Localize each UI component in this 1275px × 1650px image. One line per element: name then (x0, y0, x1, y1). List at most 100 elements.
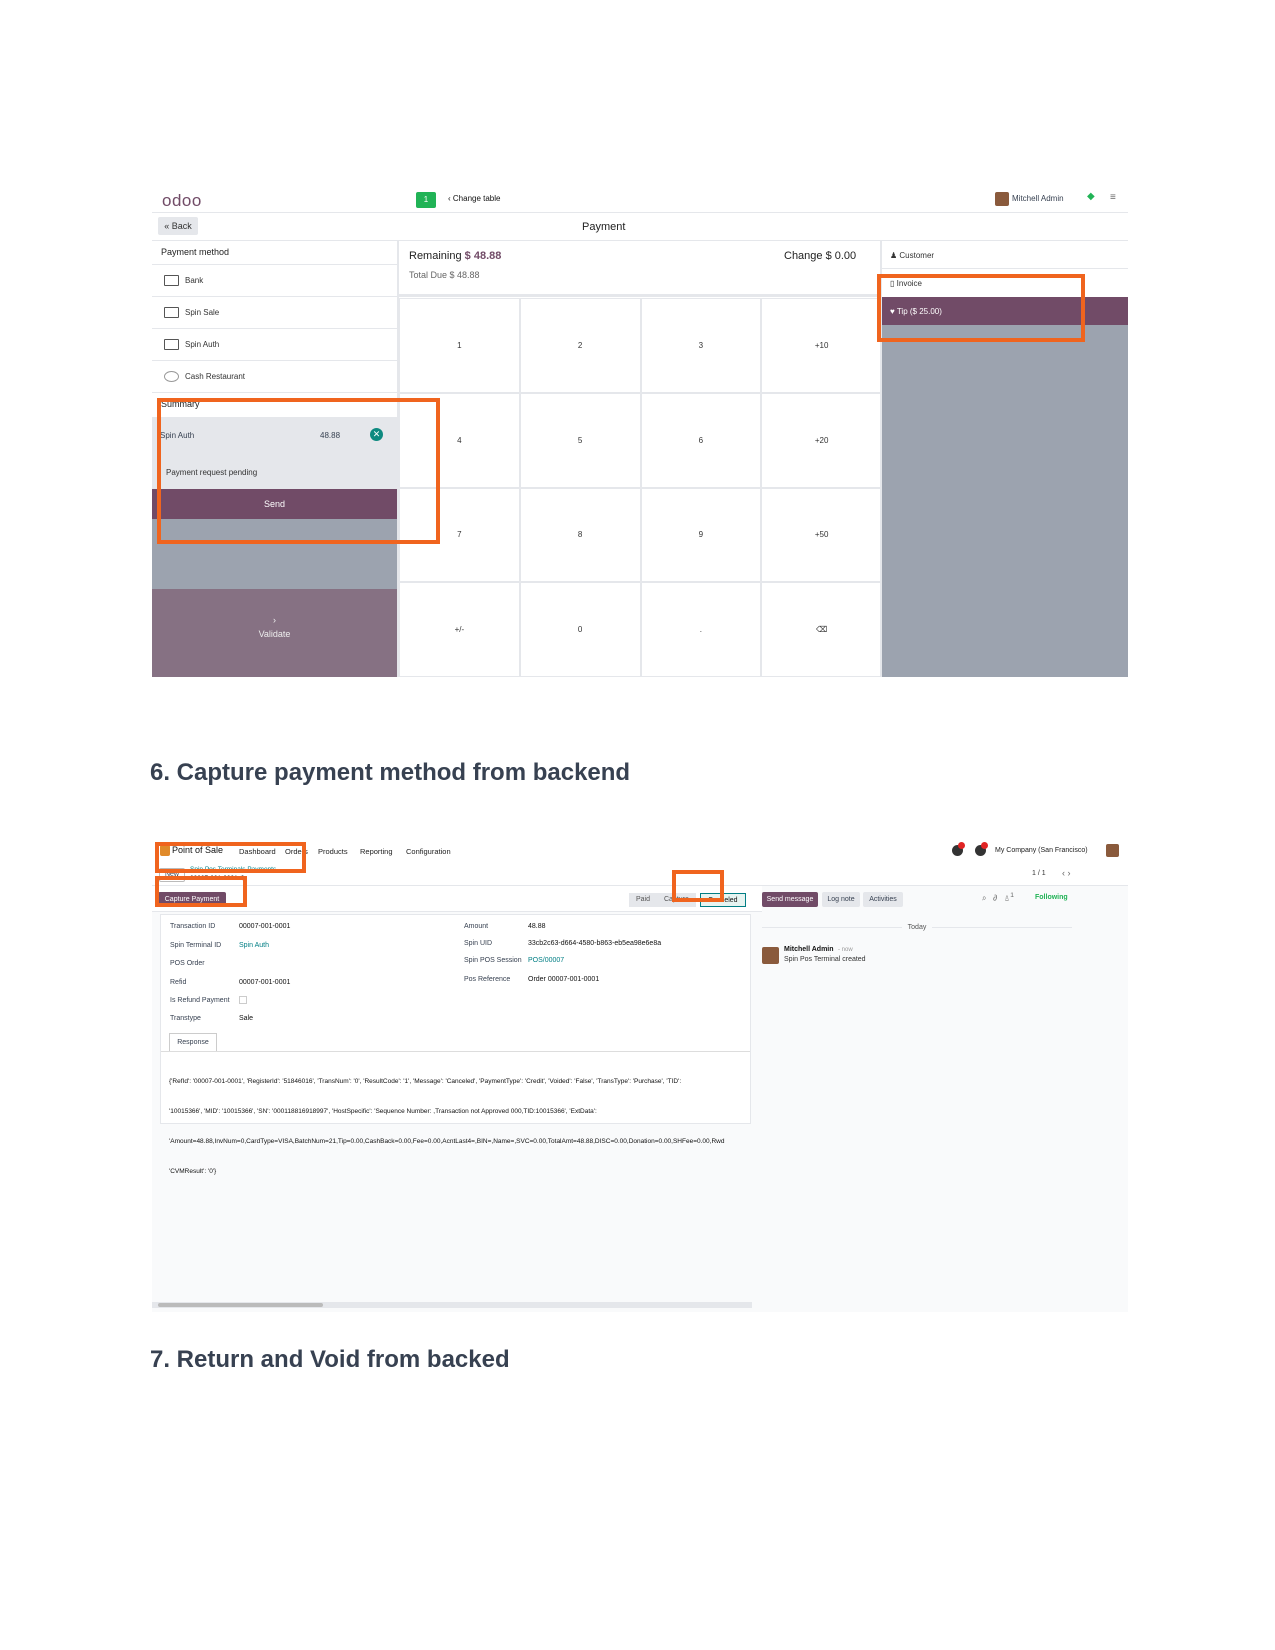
payment-methods-panel: Payment method Bank Spin Sale Spin Auth … (152, 241, 397, 677)
following-button[interactable]: Following (1035, 894, 1068, 901)
field-label: Transaction ID (170, 923, 216, 930)
pager-arrows[interactable]: ‹ › (1062, 868, 1071, 878)
odoo-logo: odoo (162, 191, 202, 210)
messages-icon[interactable] (952, 842, 965, 856)
is-refund-checkbox[interactable] (239, 996, 247, 1004)
breadcrumb-record: 00007-001-0001 ⚙ (190, 874, 245, 882)
spin-uid-value[interactable]: 33cb2c63-d664-4580-b863-eb5ea98e6e8a (528, 940, 661, 947)
back-button[interactable]: « Back (158, 217, 198, 235)
card-icon (164, 275, 179, 286)
numpad-key[interactable]: 8 (519, 487, 641, 583)
send-button[interactable]: Send (152, 489, 397, 519)
send-message-button[interactable]: Send message (762, 892, 818, 907)
user-avatar[interactable] (1106, 844, 1119, 857)
numpad-key[interactable]: 5 (519, 392, 641, 488)
pos-topbar: odoo 1 ‹ Change table Mitchell Admin ◆ ≡ (152, 187, 1128, 213)
menu-configuration[interactable]: Configuration (406, 847, 451, 856)
log-note-button[interactable]: Log note (822, 892, 860, 907)
paperclip-icon[interactable]: ∂ (993, 894, 997, 903)
user-avatar[interactable] (995, 192, 1009, 206)
today-label: Today (901, 924, 933, 931)
menu-orders[interactable]: Orders (285, 847, 308, 856)
spin-pos-session-link[interactable]: POS/00007 (528, 957, 564, 964)
numpad-key[interactable]: +/- (399, 582, 520, 677)
capture-payment-button[interactable]: Capture Payment (158, 892, 226, 907)
numpad-key[interactable]: +20 (761, 392, 882, 488)
numpad-key[interactable]: 1 (399, 298, 520, 393)
pos-reference-value[interactable]: Order 00007-001-0001 (528, 976, 599, 983)
wifi-icon: ◆ (1087, 191, 1095, 202)
breadcrumb-bar: New Spin Pos Terminals Payments 00007-00… (152, 862, 1128, 886)
payment-pending-status: Payment request pending (152, 453, 397, 489)
field-label: POS Order (170, 960, 205, 967)
validate-button[interactable]: › Validate (152, 589, 397, 677)
change-table-label: Change table (452, 194, 501, 203)
total-due: Total Due $ 48.88 (409, 270, 480, 280)
remaining-amount: Remaining $ 48.88 (409, 250, 501, 262)
payment-method-bank[interactable]: Bank (152, 265, 397, 297)
response-text: {'RefId': '00007-001-0001', 'RegisterId'… (169, 1057, 751, 1197)
menu-reporting[interactable]: Reporting (360, 847, 393, 856)
order-options-panel: ♟ Customer ▯ Invoice ♥ Tip ($ 25.00) (882, 241, 1128, 677)
menu-products[interactable]: Products (318, 847, 348, 856)
today-separator: Today (762, 924, 1072, 931)
breadcrumb-parent[interactable]: Spin Pos Terminals Payments (190, 866, 276, 873)
hamburger-menu-icon[interactable]: ≡ (1110, 192, 1116, 203)
response-line: '10015366', 'MID': '10015366', 'SN': '00… (169, 1108, 597, 1115)
gear-icon[interactable]: ⚙ (240, 875, 246, 882)
numpad-key[interactable]: 3 (640, 298, 762, 393)
tab-response[interactable]: Response (169, 1033, 217, 1051)
pos-payment-screenshot: odoo 1 ‹ Change table Mitchell Admin ◆ ≡… (152, 187, 1128, 677)
spin-terminal-id-link[interactable]: Spin Auth (239, 942, 269, 949)
tip-button[interactable]: ♥ Tip ($ 25.00) (882, 297, 1128, 325)
transaction-id-value[interactable]: 00007-001-0001 (239, 923, 290, 930)
activities-button[interactable]: Activities (863, 892, 903, 907)
numpad-key[interactable]: 2 (519, 298, 641, 393)
summary-header: Summary (152, 393, 397, 417)
new-button[interactable]: New (159, 868, 185, 882)
payment-method-spin-sale[interactable]: Spin Sale (152, 297, 397, 329)
payment-method-spin-auth[interactable]: Spin Auth (152, 329, 397, 361)
search-icon[interactable]: ⌕ (982, 894, 986, 903)
numpad-key[interactable]: 4 (399, 392, 520, 488)
payment-line[interactable]: Spin Auth 48.88 ✕ (152, 417, 397, 453)
app-name[interactable]: Point of Sale (172, 845, 223, 855)
user-name[interactable]: Mitchell Admin (1012, 194, 1064, 203)
invoice-button[interactable]: ▯ Invoice (882, 269, 1128, 297)
activities-clock-icon[interactable] (975, 842, 988, 856)
status-canceled[interactable]: Canceled (700, 893, 746, 907)
field-label: Spin Terminal ID (170, 942, 222, 949)
numpad-key[interactable]: . (640, 582, 762, 677)
field-label: Spin UID (464, 940, 493, 947)
menu-dashboard[interactable]: Dashboard (239, 847, 276, 856)
field-label: Transtype (170, 1015, 201, 1022)
numpad-key[interactable]: +10 (761, 298, 882, 393)
remove-line-icon[interactable]: ✕ (370, 428, 383, 441)
company-switcher[interactable]: My Company (San Francisco) (995, 847, 1088, 854)
card-icon (164, 339, 179, 350)
refid-value[interactable]: 00007-001-0001 (239, 979, 290, 986)
heading-step-7: 7. Return and Void from backed (150, 1346, 510, 1373)
numpad-key[interactable]: +50 (761, 487, 882, 583)
amount-value[interactable]: 48.88 (528, 923, 546, 930)
change-table-button[interactable]: ‹ Change table (448, 194, 500, 203)
horizontal-scrollbar[interactable] (152, 1302, 752, 1308)
response-line: 'CVMResult': '0'} (169, 1168, 217, 1175)
table-number-badge[interactable]: 1 (416, 192, 436, 208)
payment-method-label: Cash Restaurant (185, 372, 246, 381)
transtype-value[interactable]: Sale (239, 1015, 253, 1022)
numpad-key[interactable]: 0 (519, 582, 641, 677)
customer-button[interactable]: ♟ Customer (882, 241, 1128, 269)
numpad-key[interactable]: 9 (640, 487, 762, 583)
numpad: 1 2 3 +10 4 5 6 +20 7 8 9 +50 +/- 0 . ⌫ (399, 298, 882, 677)
numpad-key[interactable]: 6 (640, 392, 762, 488)
payment-method-cash-restaurant[interactable]: Cash Restaurant (152, 361, 397, 393)
field-label: Amount (464, 923, 489, 930)
customer-label: Customer (899, 251, 935, 260)
numpad-key[interactable]: 7 (399, 487, 520, 583)
status-capture[interactable]: Capture (657, 893, 696, 907)
status-paid[interactable]: Paid (629, 893, 658, 907)
backspace-key[interactable]: ⌫ (761, 582, 882, 677)
field-label: Refid (170, 979, 187, 986)
payment-line-method: Spin Auth (160, 431, 195, 440)
